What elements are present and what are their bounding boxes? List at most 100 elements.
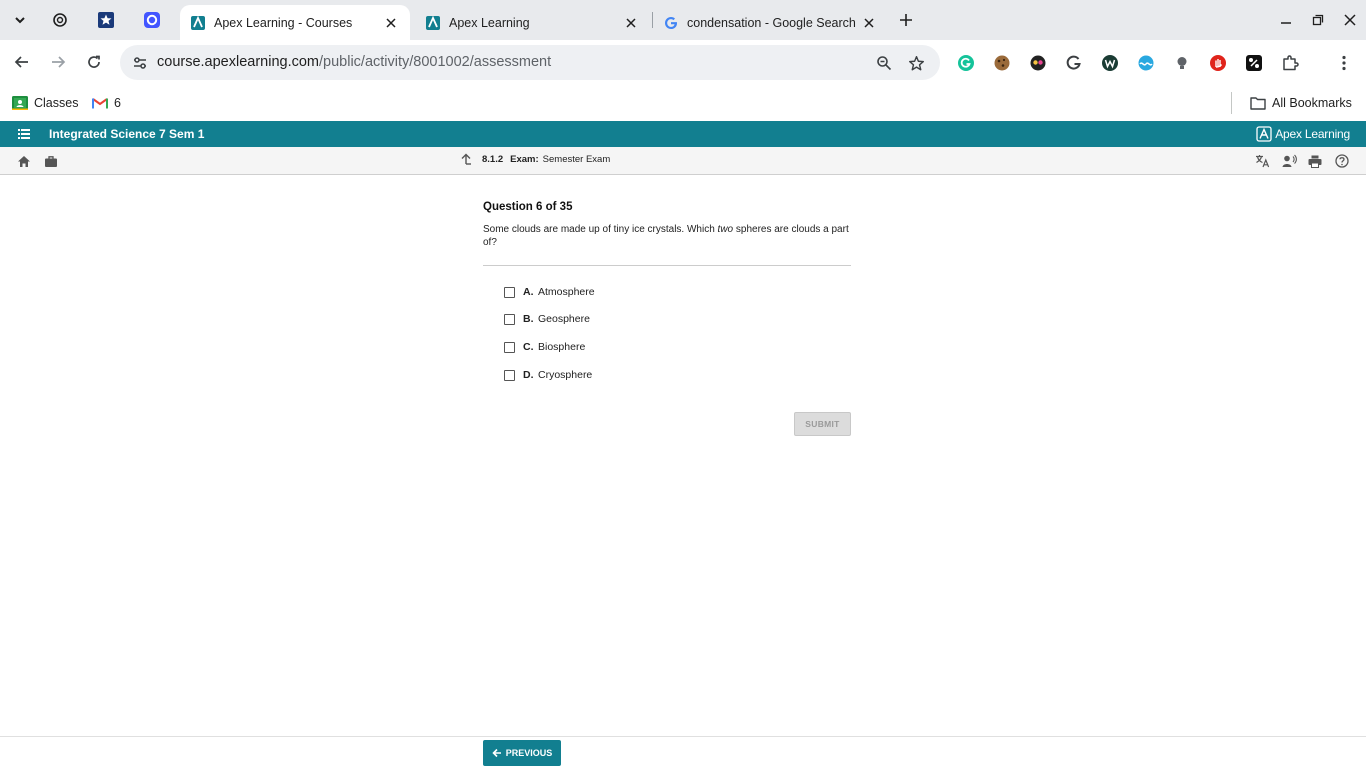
submit-button[interactable]: SUBMIT [794,412,851,436]
dark-app-icon [1246,55,1262,71]
printer-icon [1308,155,1322,168]
option-label: Atmosphere [538,286,595,298]
wave-extension[interactable] [1135,52,1157,74]
bookmark-label: Classes [34,96,79,110]
puzzle-piece-icon [1283,55,1299,71]
back-button[interactable] [7,47,37,77]
pinned-tab-chatgpt[interactable] [42,6,78,34]
all-bookmarks-button[interactable]: All Bookmarks [1250,92,1352,114]
answer-option-c[interactable]: C. Biosphere [504,341,585,353]
speaker-person-icon [1282,154,1297,167]
quizlet-icon [144,12,160,28]
home-button[interactable] [16,153,32,169]
lightbulb-icon [1177,57,1187,69]
option-label: Geosphere [538,313,590,325]
arrow-up-icon[interactable] [460,153,472,165]
close-icon[interactable] [860,14,878,32]
forward-button[interactable] [43,47,73,77]
chatgpt-icon [53,13,67,27]
more-vertical-icon [1342,55,1346,71]
cookie-icon [994,55,1010,71]
apex-logo-icon [1256,126,1272,142]
address-bar[interactable]: course.apexlearning.com/public/activity/… [120,45,940,80]
bookmarks-divider [1231,92,1232,114]
bulb-extension[interactable] [1171,52,1193,74]
close-icon[interactable] [622,14,640,32]
tab-apex-courses[interactable]: Apex Learning - Courses [180,5,410,40]
cookie-extension[interactable] [991,52,1013,74]
previous-label: PREVIOUS [505,748,553,758]
translate-button[interactable] [1254,153,1270,169]
menu-button[interactable] [16,126,32,142]
print-button[interactable] [1307,153,1323,169]
new-tab-button[interactable] [894,8,918,32]
pinned-tab-quizlet[interactable] [134,6,170,34]
browser-toolbar: course.apexlearning.com/public/activity/… [0,40,1366,85]
answer-checkbox[interactable] [504,369,515,381]
restore-button[interactable] [1306,8,1330,32]
breadcrumb: 8.1.2 Exam: Semester Exam [460,153,610,165]
puzzle-app-extension[interactable] [1243,52,1265,74]
close-icon [1344,14,1356,26]
option-letter: C. [523,341,534,353]
page-footer: PREVIOUS [0,736,1366,768]
arrow-left-icon [14,56,28,68]
help-icon [1335,154,1349,168]
answer-checkbox[interactable] [504,341,515,353]
briefcase-button[interactable] [43,153,59,169]
question-panel: Question 6 of 35 Some clouds are made up… [483,200,851,436]
all-bookmarks-label: All Bookmarks [1272,96,1352,110]
close-window-button[interactable] [1338,8,1362,32]
question-text-part: Some clouds are made up of tiny ice crys… [483,224,718,235]
tab-google-search[interactable]: condensation - Google Search [653,5,888,40]
g-extension[interactable] [1063,52,1085,74]
course-title: Integrated Science 7 Sem 1 [49,127,205,141]
pinned-tab-star[interactable] [88,6,124,34]
star-outline-icon [908,55,924,70]
arrow-left-icon [492,748,502,758]
minimize-button[interactable] [1274,8,1298,32]
site-info-button[interactable] [126,49,154,77]
stop-hand-icon [1210,55,1226,71]
tab-apex-learning[interactable]: Apex Learning [415,5,650,40]
url-host: course.apexlearning.com [157,54,320,70]
w-extension[interactable] [1099,52,1121,74]
bookmark-star-button[interactable] [903,50,929,76]
g-letter-icon [1066,55,1081,70]
answer-option-b[interactable]: B. Geosphere [504,313,590,325]
briefcase-icon [45,155,57,167]
apex-favicon-icon [190,15,206,31]
answer-checkbox[interactable] [504,313,515,325]
answer-option-d[interactable]: D. Cryosphere [504,369,592,381]
read-aloud-button[interactable] [1281,153,1297,169]
help-button[interactable] [1334,153,1350,169]
translate-icon [1255,155,1269,168]
bookmark-label: 6 [114,96,121,110]
answer-option-a[interactable]: A. Atmosphere [504,286,595,298]
bookmarks-bar: Classes 6 All Bookmarks [0,85,1366,121]
previous-button[interactable]: PREVIOUS [483,740,561,766]
question-text-emphasis: two [717,224,734,235]
activity-toolbar: 8.1.2 Exam: Semester Exam [0,147,1366,175]
reload-button[interactable] [79,47,109,77]
option-label: Cryosphere [538,369,593,381]
grammarly-extension[interactable] [955,52,977,74]
hand-extension[interactable] [1207,52,1229,74]
list-menu-icon [18,129,30,139]
close-icon[interactable] [382,14,400,32]
tab-search-button[interactable] [6,7,34,33]
tune-icon [134,57,146,69]
zoom-button[interactable] [871,50,897,76]
plus-icon [900,14,912,26]
brand-name: Apex Learning [1275,127,1350,141]
bookmark-classes[interactable]: Classes [12,92,78,114]
zoom-out-icon [877,56,892,71]
browser-menu-button[interactable] [1333,52,1355,74]
answer-checkbox[interactable] [504,286,515,298]
extensions-button[interactable] [1279,52,1301,74]
grammarly-icon [958,55,974,71]
tab-title: Apex Learning - Courses [214,15,353,30]
bookmark-gmail[interactable]: 6 [92,92,121,114]
mascot-extension[interactable] [1027,52,1049,74]
activity-kind: Exam: [510,153,539,165]
